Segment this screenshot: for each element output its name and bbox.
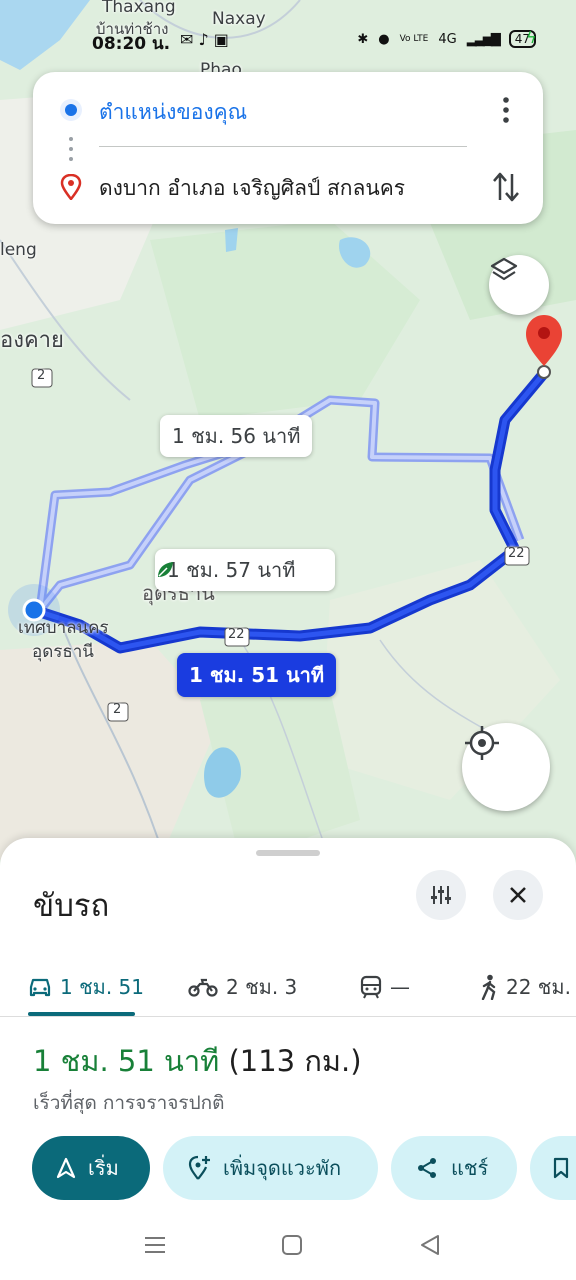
status-time: 08:20 น.: [92, 34, 171, 54]
home-icon[interactable]: [281, 1234, 303, 1256]
summary-duration: 1 ชม. 51 นาที: [33, 1044, 220, 1078]
menu-icon[interactable]: [144, 1235, 166, 1255]
sliders-icon: [431, 886, 451, 904]
route-summary: 1 ชม. 51 นาที (113 กม.): [33, 1038, 362, 1084]
tab-transit[interactable]: —: [360, 958, 410, 1016]
bookmark-icon: [553, 1157, 569, 1179]
add-stop-button[interactable]: เพิ่มจุดแวะพัก: [163, 1136, 378, 1200]
eco-leaf-icon: [158, 562, 173, 577]
sheet-drag-handle[interactable]: [256, 850, 320, 856]
road-number-22b: 22: [508, 546, 525, 561]
bluetooth-icon: ✱: [357, 31, 369, 47]
share-button[interactable]: แชร์: [391, 1136, 517, 1200]
summary-distance: (113 กม.): [228, 1044, 362, 1078]
route-label-alt-2-text: 1 ชม. 57 นาที: [167, 558, 296, 582]
layers-icon: [490, 257, 518, 281]
close-button[interactable]: [493, 870, 543, 920]
start-button[interactable]: เริ่ม: [32, 1136, 150, 1200]
walk-icon: [481, 974, 496, 1000]
route-options-button[interactable]: [416, 870, 466, 920]
network-label: 4G: [438, 31, 457, 47]
crosshair-icon: [465, 726, 499, 760]
signal-icon: ▂▃▅▇: [466, 31, 501, 47]
summary-note: เร็วที่สุด การจราจรปกติ: [33, 1092, 225, 1114]
destination-marker-icon: [60, 174, 82, 200]
place-label-city2: อุดรธานี: [32, 642, 94, 662]
origin-field[interactable]: ตำแหน่งของคุณ: [99, 96, 247, 129]
save-button[interactable]: [530, 1136, 576, 1200]
start-button-label: เริ่ม: [88, 1156, 119, 1180]
place-label-city1: เทศบาลนคร: [18, 618, 109, 638]
route-label-alt-1[interactable]: 1 ชม. 56 นาที: [160, 415, 313, 457]
more-options-icon[interactable]: [501, 96, 511, 124]
tab-motorcycle-label: 2 ชม. 3: [226, 975, 298, 999]
status-indicators: ✱ ● Vo LTE 4G ▂▃▅▇ 47: [357, 30, 536, 48]
close-icon: [510, 887, 526, 903]
place-label-nongkhai: องคาย: [0, 328, 64, 353]
share-icon: [418, 1158, 436, 1178]
navigation-arrow-icon: [56, 1157, 76, 1179]
tab-drive-label: 1 ชม. 51: [60, 975, 145, 999]
layers-button[interactable]: [489, 255, 549, 315]
tab-walk[interactable]: 22 ชม.: [480, 958, 571, 1016]
back-icon[interactable]: [419, 1234, 441, 1256]
travel-mode-tabs: 1 ชม. 51 2 ชม. 3 — 22 ชม.: [0, 958, 576, 1017]
car-icon: [29, 978, 51, 997]
swap-icon[interactable]: [492, 170, 520, 204]
active-tab-indicator: [28, 1012, 135, 1016]
origin-marker-icon: [60, 99, 82, 121]
charging-icon: ϟ: [526, 28, 537, 47]
add-location-icon: [188, 1155, 210, 1180]
route-label-active[interactable]: 1 ชม. 51 นาที: [177, 653, 337, 697]
tab-motorcycle[interactable]: 2 ชม. 3: [188, 958, 297, 1016]
field-divider: [99, 146, 467, 147]
train-icon: [360, 975, 382, 999]
route-label-alt-2[interactable]: 1 ชม. 57 นาที: [155, 549, 336, 591]
destination-field[interactable]: ดงบาก อำเภอ เจริญศิลป์ สกลนคร: [99, 172, 405, 205]
tab-transit-label: —: [390, 975, 410, 999]
road-number-2b: 2: [113, 702, 122, 717]
sheet-title: ขับรถ: [33, 888, 110, 924]
system-nav-bar: [0, 1210, 576, 1280]
location-icon: ●: [378, 31, 390, 47]
action-buttons: เริ่ม เพิ่มจุดแวะพัก แชร์: [0, 1136, 576, 1200]
road-number-2a: 2: [37, 368, 46, 383]
status-bar: 08:20 น. ✉ ♪ ▣ ✱ ● Vo LTE 4G ▂▃▅▇ 47 ϟ: [0, 0, 576, 60]
volte-label: Vo LTE: [399, 34, 429, 44]
my-location-button[interactable]: [462, 723, 550, 811]
add-stop-label: เพิ่มจุดแวะพัก: [223, 1156, 342, 1180]
tab-walk-label: 22 ชม.: [506, 975, 571, 999]
tab-drive[interactable]: 1 ชม. 51: [28, 958, 144, 1016]
motorcycle-icon: [188, 978, 218, 997]
place-label-leng: leng: [0, 240, 37, 260]
road-number-22a: 22: [228, 627, 245, 642]
share-button-label: แชร์: [451, 1156, 489, 1180]
route-dots-icon: [69, 137, 73, 161]
directions-card: ตำแหน่งของคุณ ดงบาก อำเภอ เจริญศิลป์ สกล…: [33, 72, 543, 224]
notification-icons: ✉ ♪ ▣: [180, 30, 229, 49]
